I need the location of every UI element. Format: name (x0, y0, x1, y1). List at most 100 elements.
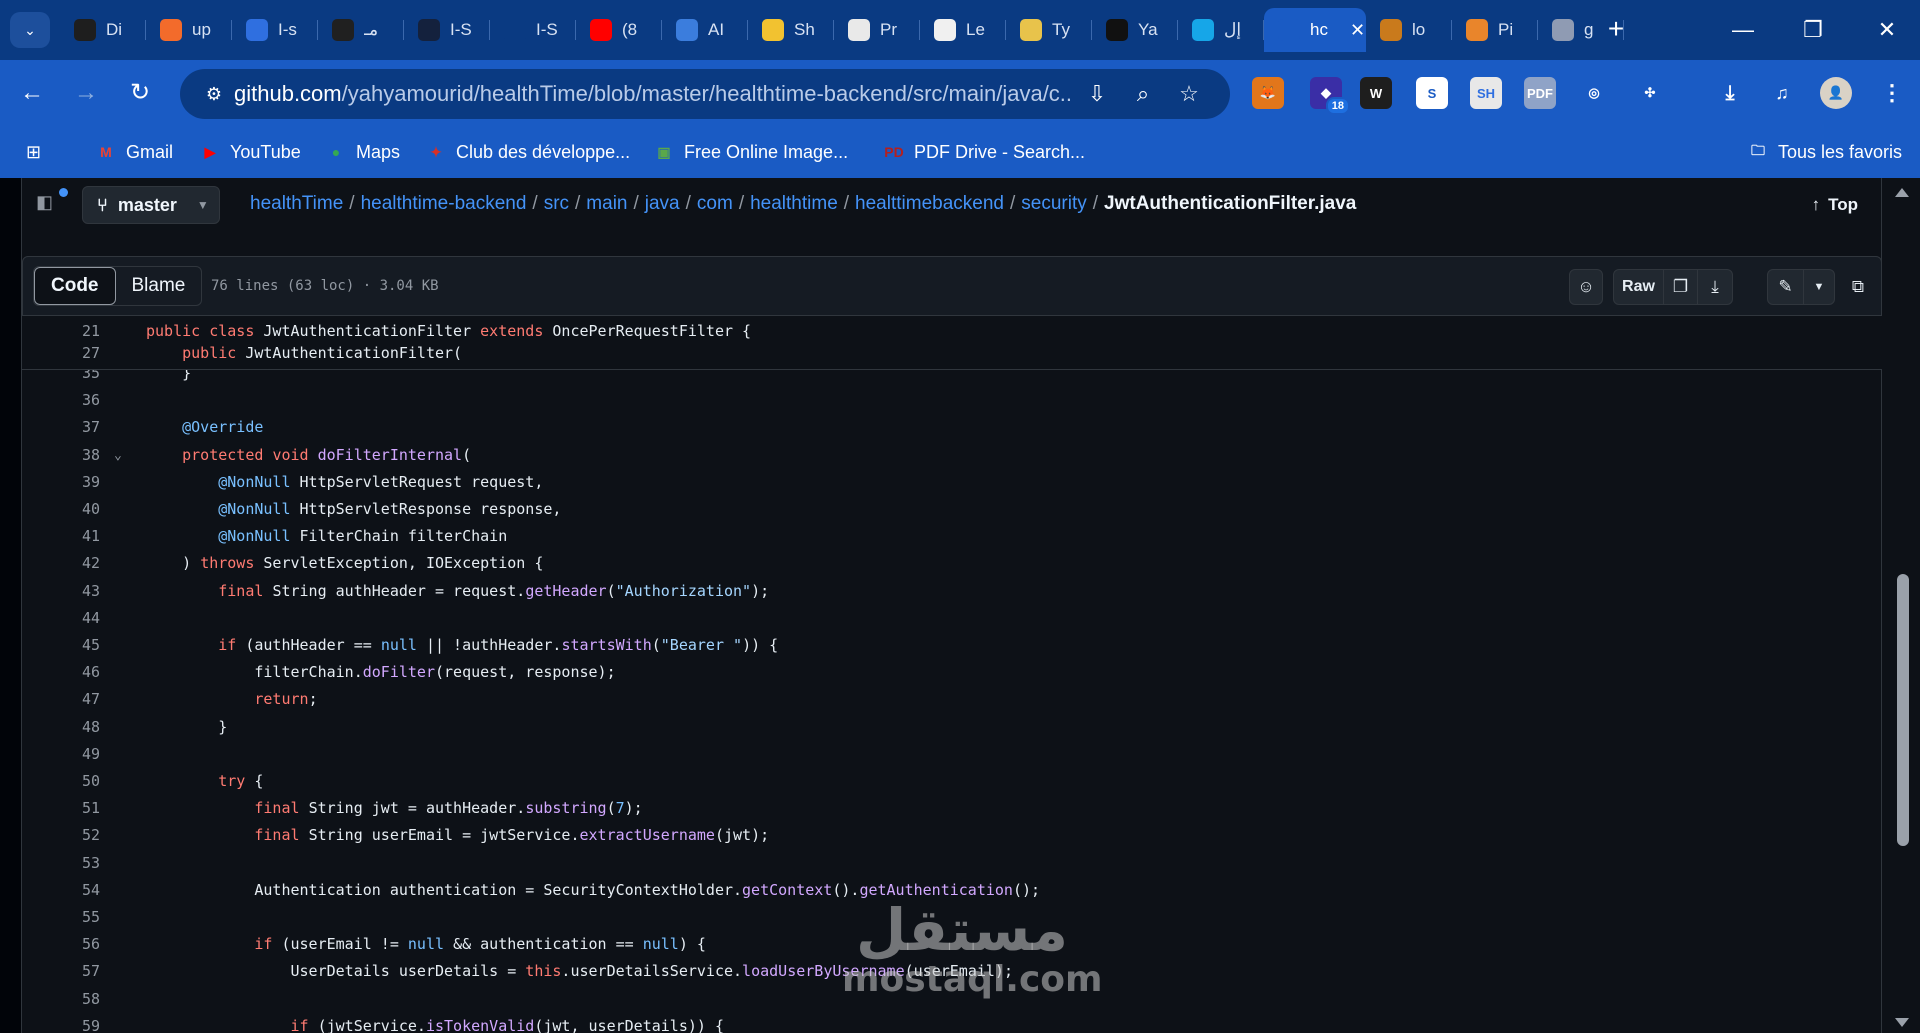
line-number[interactable]: 51 (22, 795, 100, 822)
tab-item[interactable]: Ty (1006, 8, 1092, 52)
line-number[interactable]: 48 (22, 714, 100, 741)
line-number[interactable]: 47 (22, 686, 100, 713)
line-number[interactable]: 39 (22, 469, 100, 496)
extensions-puzzle-icon[interactable]: ✣ (1634, 77, 1666, 109)
extension-badge-icon[interactable]: ◆ 18 (1310, 77, 1350, 115)
media-control-icon[interactable]: ♫ (1766, 77, 1798, 109)
breadcrumb-link[interactable]: src (544, 193, 569, 214)
line-number[interactable]: 53 (22, 850, 100, 877)
line-number[interactable]: 38 (22, 442, 100, 469)
line-number[interactable]: 37 (22, 414, 100, 441)
scroll-thumb[interactable] (1897, 574, 1909, 846)
tab-code[interactable]: Code (34, 267, 116, 305)
breadcrumb-link[interactable]: healttimebackend (855, 193, 1004, 214)
tab-item[interactable]: AI (662, 8, 748, 52)
wakatime-icon[interactable]: W (1360, 77, 1392, 109)
tab-item[interactable]: (8 (576, 8, 662, 52)
bookmark-item[interactable]: ✦ Club des développe... (426, 138, 630, 166)
tab-item[interactable]: Sh (748, 8, 834, 52)
breadcrumb-link[interactable]: security (1021, 193, 1086, 214)
breadcrumb-link[interactable]: healthtime-backend (361, 193, 527, 214)
tab-item[interactable]: Le (920, 8, 1006, 52)
scroll-up-icon[interactable] (1895, 188, 1909, 197)
sh-extension-icon[interactable]: SH (1470, 77, 1502, 109)
line-number[interactable]: 43 (22, 578, 100, 605)
apps-grid-icon[interactable]: ⊞ (26, 138, 41, 166)
install-app-icon[interactable]: ⇩ (1074, 81, 1120, 107)
zoom-icon[interactable]: ⌕ (1120, 81, 1166, 107)
top-link[interactable]: ↑ Top (1812, 195, 1858, 215)
tab-item[interactable]: Pr (834, 8, 920, 52)
breadcrumb-link[interactable]: com (697, 193, 733, 214)
restore-icon[interactable]: ❐ (1790, 10, 1836, 50)
tab-item[interactable]: إل (1178, 8, 1264, 52)
line-number[interactable]: 54 (22, 877, 100, 904)
line-number[interactable]: 40 (22, 496, 100, 523)
metamask-icon[interactable]: 🦊 (1252, 77, 1284, 109)
symbols-panel-icon[interactable]: ⧉ (1841, 269, 1875, 305)
bookmark-item[interactable]: ● Maps (326, 138, 400, 166)
bookmark-star-icon[interactable]: ☆ (1166, 81, 1212, 107)
tab-search-button[interactable]: ⌄ (10, 12, 50, 48)
tab-item[interactable]: Ya (1092, 8, 1178, 52)
line-number[interactable]: 27 (22, 340, 100, 367)
tab-close-icon[interactable]: ✕ (1350, 20, 1365, 41)
line-number[interactable]: 35 (22, 370, 100, 387)
line-number[interactable]: 36 (22, 387, 100, 414)
copilot-button[interactable]: ☺ (1569, 269, 1603, 305)
radar-icon[interactable]: ◎ (1578, 77, 1610, 109)
tab-item[interactable]: hc ✕ (1264, 8, 1366, 52)
pencil-icon[interactable]: ✎ (1768, 270, 1804, 304)
kebab-menu-icon[interactable]: ⋮ (1876, 77, 1908, 109)
line-number[interactable]: 52 (22, 822, 100, 849)
download-icon[interactable]: ⤓ (1698, 270, 1732, 304)
tab-item[interactable]: مـ (318, 8, 404, 52)
bookmark-item[interactable]: ▣ Free Online Image... (654, 138, 848, 166)
line-number[interactable]: 59 (22, 1013, 100, 1033)
breadcrumb-link[interactable]: healthtime (750, 193, 838, 214)
line-number[interactable]: 42 (22, 550, 100, 577)
tab-item[interactable]: I-s (232, 8, 318, 52)
edit-dropdown-icon[interactable]: ▼ (1804, 270, 1834, 304)
window-close-icon[interactable]: ✕ (1864, 10, 1910, 50)
tab-item[interactable]: Di (60, 8, 146, 52)
profile-avatar[interactable]: 👤 (1820, 77, 1852, 109)
line-number[interactable]: 46 (22, 659, 100, 686)
line-number[interactable]: 58 (22, 986, 100, 1013)
breadcrumb-link[interactable]: healthTime (250, 193, 343, 214)
tab-item[interactable]: up (146, 8, 232, 52)
branch-selector[interactable]: ⑂ master ▼ (82, 186, 220, 224)
sidebar-toggle-icon[interactable]: ◧ (36, 188, 68, 218)
bookmark-item[interactable]: PD PDF Drive - Search... (884, 138, 1085, 166)
forward-button[interactable]: → (66, 73, 106, 113)
back-button[interactable]: ← (12, 73, 52, 113)
breadcrumb-link[interactable]: main (586, 193, 627, 214)
line-number[interactable]: 50 (22, 768, 100, 795)
bookmark-item[interactable]: ▶ YouTube (200, 138, 301, 166)
line-number[interactable]: 49 (22, 741, 100, 768)
address-bar[interactable]: ⚙ github.com/yahyamourid/healthTime/blob… (180, 69, 1230, 119)
site-info-icon[interactable]: ⚙ (194, 84, 234, 105)
tab-item[interactable]: I-S (490, 8, 576, 52)
line-number[interactable]: 41 (22, 523, 100, 550)
line-number[interactable]: 55 (22, 904, 100, 931)
tab-item[interactable]: Pi (1452, 8, 1538, 52)
line-number[interactable]: 45 (22, 632, 100, 659)
downloads-icon[interactable]: ⤓ (1714, 77, 1746, 109)
pdf-extension-icon[interactable]: PDF (1524, 77, 1556, 109)
new-tab-button[interactable]: + (1600, 14, 1632, 46)
tab-item[interactable]: lo (1366, 8, 1452, 52)
line-number[interactable]: 57 (22, 958, 100, 985)
copy-icon[interactable]: ❐ (1664, 270, 1698, 304)
scroll-down-icon[interactable] (1895, 1018, 1909, 1027)
minimize-icon[interactable]: — (1720, 10, 1766, 50)
raw-button[interactable]: Raw (1614, 270, 1664, 304)
all-bookmarks-folder[interactable]: 🗀 Tous les favoris (1748, 138, 1902, 166)
line-number[interactable]: 56 (22, 931, 100, 958)
url-text[interactable]: github.com/yahyamourid/healthTime/blob/m… (234, 81, 1074, 107)
tab-item[interactable]: I-S (404, 8, 490, 52)
page-scrollbar[interactable] (1884, 178, 1920, 1033)
bookmark-item[interactable]: M Gmail (96, 138, 173, 166)
line-number[interactable]: 44 (22, 605, 100, 632)
link-extension-icon[interactable]: S (1416, 77, 1448, 109)
